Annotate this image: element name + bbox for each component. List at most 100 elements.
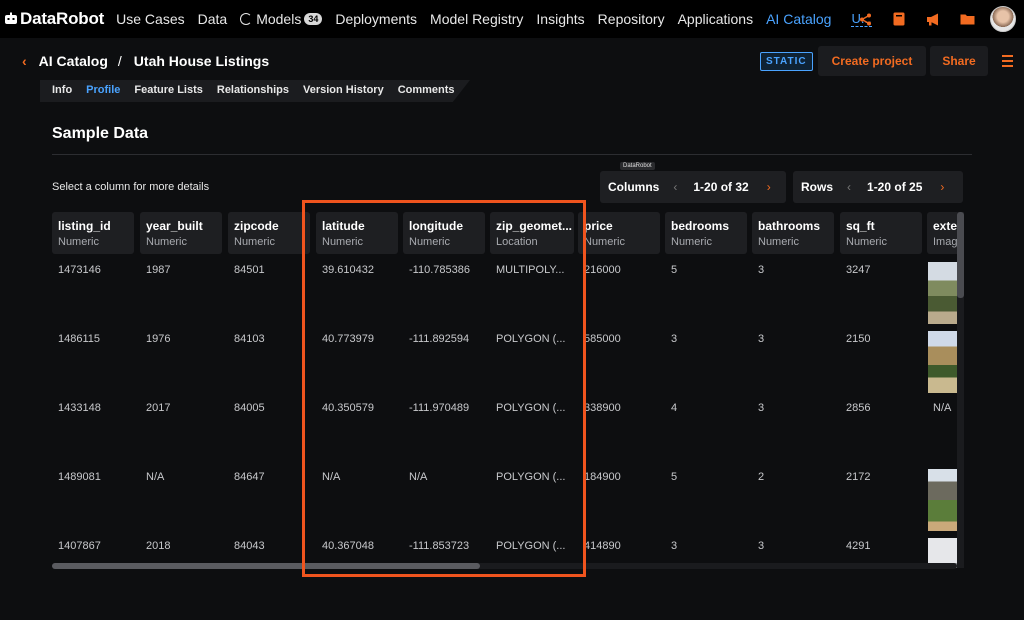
column-10: exte Imag N/A [927,212,958,568]
dataset-tabs: Info Profile Feature Lists Relationships… [52,84,469,96]
tab-info[interactable]: Info [52,84,72,96]
column-type: Numeric [146,236,187,248]
column-header[interactable]: listing_id Numeric [52,212,134,254]
column-7: bedrooms Numeric 5 3 4 5 3 [665,212,747,568]
nav-models[interactable]: Models 34 [240,11,323,27]
table-cell: 1486115 [58,333,101,345]
columns-pager-label: Columns [608,180,660,194]
table-cell: 2017 [146,402,171,414]
column-6: price Numeric 216000 585000 338900 184900 4148… [578,212,660,568]
table-cell: 84005 [234,402,265,414]
share-icon[interactable] [848,0,882,38]
column-9: sq_ft Numeric 3247 2150 2856 2172 4291 [840,212,922,568]
column-type: Numeric [234,236,275,248]
rows-range: 1-20 of 25 [867,180,923,194]
megaphone-icon[interactable] [916,0,950,38]
column-type: Numeric [58,236,99,248]
column-header[interactable]: exte Imag [927,212,958,254]
vertical-scrollbar-thumb[interactable] [957,212,964,298]
breadcrumb-ai-catalog[interactable]: AI Catalog [39,53,108,69]
table-cell: 216000 [584,264,621,276]
table-cell: 1489081 [58,471,101,483]
dataset-title: Utah House Listings [133,53,270,69]
table-cell: N/A [933,402,952,414]
rows-pager: Rows ‹ 1-20 of 25 › [793,171,963,203]
column-hint-text: Select a column for more details [52,181,210,193]
nav-repository[interactable]: Repository [598,11,665,27]
table-cell: 84501 [234,264,265,276]
tooltip: DataRobot [620,162,655,170]
column-name: bathrooms [758,219,821,233]
table-cell: 1433148 [58,402,101,414]
rows-prev-chevron-icon[interactable]: ‹ [847,180,851,194]
exterior-image-thumbnail[interactable] [928,262,958,324]
section-title: Sample Data [52,125,149,142]
table-cell: 414890 [584,540,621,552]
table-cell: 3 [671,333,678,345]
exterior-image-thumbnail[interactable] [928,469,958,531]
table-cell: 5 [671,471,678,483]
table-cell: 5 [671,264,678,276]
tab-version-history[interactable]: Version History [303,84,384,96]
nav-use-cases[interactable]: Use Cases [116,11,184,27]
table-cell: 2172 [846,471,871,483]
column-header[interactable]: zipcode Numeric [228,212,310,254]
columns-next-chevron-icon[interactable]: › [767,180,771,194]
table-cell: 2856 [846,402,871,414]
nav-data[interactable]: Data [198,11,228,27]
highlight-box [302,200,586,577]
column-header[interactable]: sq_ft Numeric [840,212,922,254]
table-cell: N/A [146,471,165,483]
column-name: zipcode [234,219,279,233]
nav-ai-catalog[interactable]: AI Catalog [766,11,831,27]
hamburger-menu-icon[interactable] [1002,55,1013,67]
table-cell: 84647 [234,471,265,483]
table-cell: 3 [758,333,765,345]
tab-feature-lists[interactable]: Feature Lists [134,84,202,96]
column-header[interactable]: bedrooms Numeric [665,212,747,254]
create-project-button[interactable]: Create project [818,46,926,76]
table-cell: 3 [758,264,765,276]
breadcrumb-separator: / [117,53,122,69]
table-cell: 2 [758,471,765,483]
table-cell: 585000 [584,333,621,345]
column-name: sq_ft [846,219,875,233]
table-cell: 4 [671,402,678,414]
columns-range: 1-20 of 32 [693,180,749,194]
column-header[interactable]: year_built Numeric [140,212,222,254]
column-2: zipcode Numeric 84501 84103 84005 84647 84043 [228,212,310,568]
tab-profile[interactable]: Profile [86,84,120,96]
back-chevron-icon[interactable]: ‹ [22,53,27,69]
nav-insights[interactable]: Insights [536,11,584,27]
folder-icon[interactable] [950,0,984,38]
tab-relationships[interactable]: Relationships [217,84,289,96]
table-cell: 1987 [146,264,171,276]
table-cell: 2018 [146,540,171,552]
rows-pager-label: Rows [801,180,834,194]
table-cell: 84103 [234,333,265,345]
exterior-image-thumbnail[interactable] [928,331,958,393]
table-cell: 1976 [146,333,171,345]
table-cell: 3 [758,540,765,552]
table-cell: 84043 [234,540,265,552]
column-header[interactable]: price Numeric [578,212,660,254]
column-type: Numeric [846,236,887,248]
user-avatar[interactable] [990,6,1016,32]
table-cell: 184900 [584,471,621,483]
rows-next-chevron-icon[interactable]: › [940,180,944,194]
table-cell: 1473146 [58,264,101,276]
share-button[interactable]: Share [930,46,988,76]
nav-model-registry[interactable]: Model Registry [430,11,523,27]
column-name: listing_id [58,219,111,233]
nav-deployments[interactable]: Deployments [335,11,417,27]
table-cell: 4291 [846,540,871,552]
column-type: Numeric [758,236,799,248]
nav-models-label: Models [256,11,302,27]
datarobot-logo[interactable]: DataRobot [4,0,104,38]
tab-comments[interactable]: Comments [398,84,455,96]
notebook-icon[interactable] [882,0,916,38]
column-header[interactable]: bathrooms Numeric [752,212,834,254]
loading-icon [240,13,253,25]
columns-prev-chevron-icon[interactable]: ‹ [673,180,677,194]
nav-applications[interactable]: Applications [678,11,754,27]
